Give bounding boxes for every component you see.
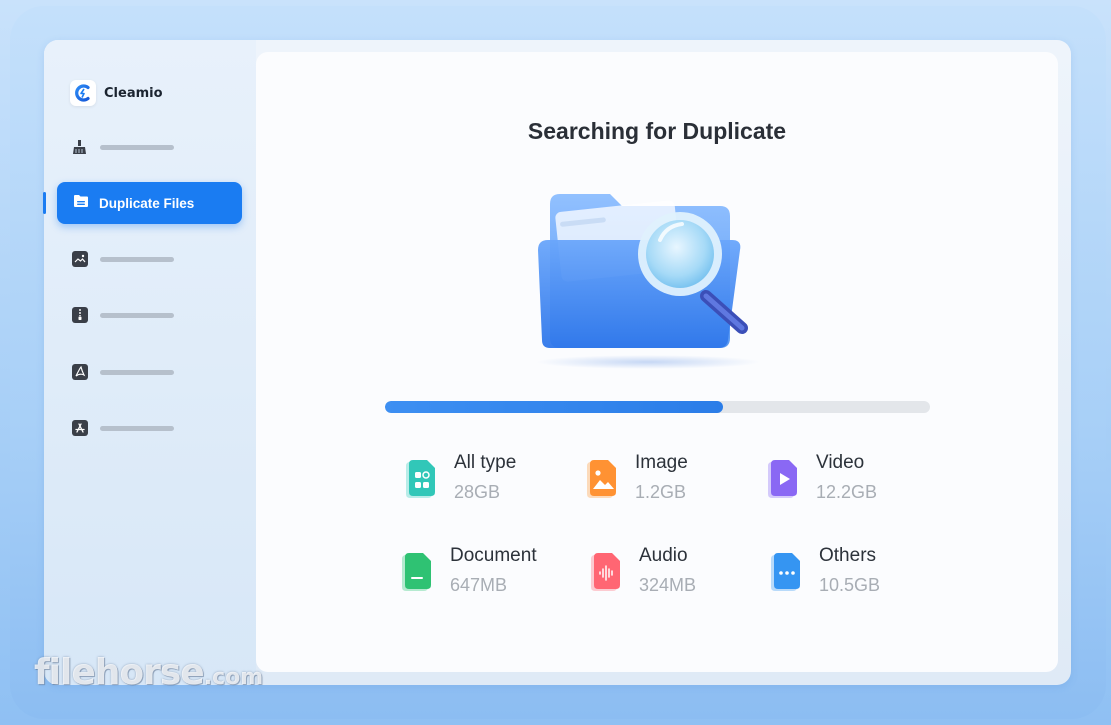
category-size: 10.5GB <box>819 575 881 595</box>
category-all-type[interactable]: All type 28GB <box>404 452 516 503</box>
category-name: Others <box>819 545 877 566</box>
sidebar-item-images[interactable] <box>72 247 242 271</box>
category-size: 12.2GB <box>816 482 878 502</box>
cleamio-logo-icon <box>70 80 96 106</box>
page-title: Searching for Duplicate <box>527 118 787 144</box>
app-store-icon <box>72 420 88 436</box>
sidebar-item-cleanup[interactable] <box>72 135 242 159</box>
image-icon <box>72 251 88 267</box>
app-logo: Cleamio <box>70 80 163 106</box>
category-image[interactable]: Image 1.2GB <box>585 452 688 503</box>
scan-progress-fill <box>385 401 723 413</box>
video-file-icon <box>766 458 802 498</box>
all-type-icon <box>404 458 440 498</box>
category-size: 28GB <box>454 482 501 502</box>
sidebar-item-placeholder <box>100 369 174 375</box>
folder-icon <box>73 193 89 213</box>
category-name: Video <box>816 452 865 473</box>
category-size: 324MB <box>639 575 697 595</box>
category-name: All type <box>454 452 517 473</box>
category-size: 1.2GB <box>635 482 687 502</box>
category-video[interactable]: Video 12.2GB <box>766 452 877 503</box>
category-name: Audio <box>639 545 688 566</box>
sidebar-item-label: Duplicate Files <box>99 195 195 211</box>
others-file-icon <box>769 551 805 591</box>
category-name: Document <box>450 545 537 566</box>
category-name: Image <box>635 452 688 473</box>
zip-file-icon <box>72 307 88 323</box>
sidebar-item-placeholder <box>100 256 174 262</box>
document-file-icon <box>400 551 436 591</box>
watermark-brand: filehorse <box>34 652 205 693</box>
category-size: 647MB <box>450 575 508 595</box>
sidebar-item-placeholder <box>100 425 174 431</box>
audio-file-icon <box>589 551 625 591</box>
image-file-icon <box>585 458 621 498</box>
sidebar-item-apps[interactable] <box>72 416 242 440</box>
scan-progress-bar <box>385 401 930 413</box>
broom-icon <box>72 139 88 155</box>
sidebar-item-duplicate-files[interactable]: Duplicate Files <box>57 182 242 224</box>
sidebar-item-placeholder <box>100 312 174 318</box>
active-nav-indicator <box>43 192 46 214</box>
app-name: Cleamio <box>104 85 163 101</box>
filehorse-watermark: filehorse.com <box>34 652 263 693</box>
pdf-file-icon <box>72 364 88 380</box>
category-document[interactable]: Document 647MB <box>400 545 537 596</box>
sidebar-item-archives[interactable] <box>72 303 242 327</box>
folder-search-illustration <box>520 180 770 370</box>
watermark-domain: .com <box>203 665 264 690</box>
category-audio[interactable]: Audio 324MB <box>589 545 696 596</box>
category-others[interactable]: Others 10.5GB <box>769 545 880 596</box>
sidebar-item-placeholder <box>100 144 174 150</box>
sidebar-item-documents[interactable] <box>72 360 242 384</box>
